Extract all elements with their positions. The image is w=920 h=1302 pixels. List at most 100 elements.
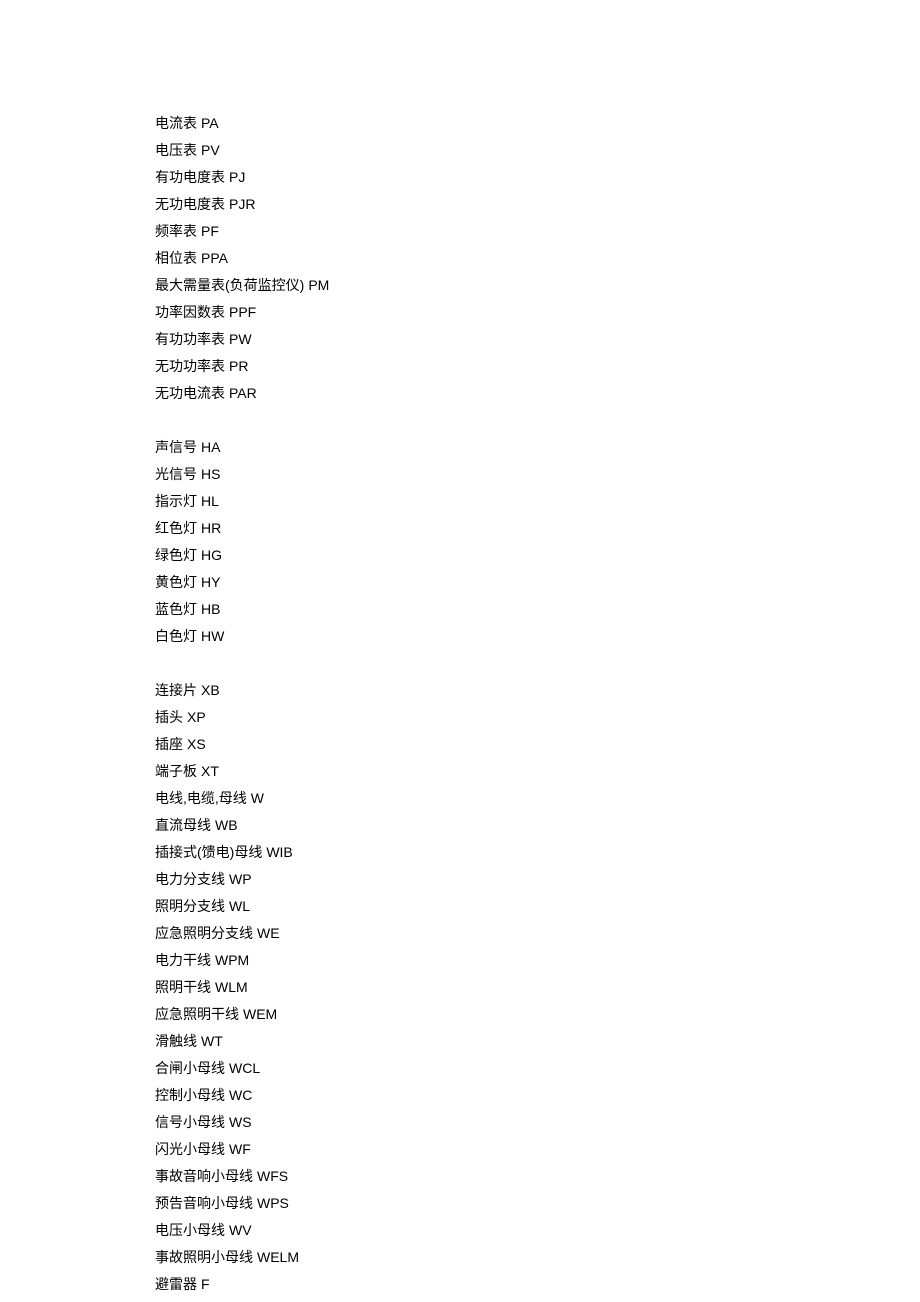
list-item: 应急照明分支线WE [155,920,920,947]
item-name: 蓝色灯 [155,601,197,617]
list-item: 插座XS [155,731,920,758]
list-item: 相位表PPA [155,245,920,272]
item-code: WT [201,1033,223,1049]
list-item: 电力干线WPM [155,947,920,974]
item-code: HG [201,547,222,563]
list-item: 电力分支线WP [155,866,920,893]
list-item: 声信号HA [155,434,920,461]
list-item: 滑触线WT [155,1028,920,1055]
item-name: 电力分支线 [155,871,225,887]
list-item: 电压小母线WV [155,1217,920,1244]
list-item: 红色灯HR [155,515,920,542]
item-code: HB [201,601,220,617]
item-name: 电压表 [155,142,197,158]
item-code: WS [229,1114,252,1130]
item-name: 相位表 [155,250,197,266]
item-code: WF [229,1141,251,1157]
list-item: 指示灯HL [155,488,920,515]
item-code: PAR [229,385,257,401]
item-code: PF [201,223,219,239]
item-name: 控制小母线 [155,1087,225,1103]
item-code: HY [201,574,220,590]
item-code: XT [201,763,219,779]
item-name: 应急照明干线 [155,1006,239,1022]
list-item: 闪光小母线WF [155,1136,920,1163]
item-code: HW [201,628,224,644]
item-name: 最大需量表(负荷监控仪) [155,277,304,293]
item-code: PA [201,115,219,131]
list-item: 功率因数表PPF [155,299,920,326]
item-name: 指示灯 [155,493,197,509]
item-name: 无功功率表 [155,358,225,374]
item-code: F [201,1276,210,1292]
item-code: PJ [229,169,245,185]
item-code: XS [187,736,206,752]
list-item: 端子板XT [155,758,920,785]
list-item: 照明干线WLM [155,974,920,1001]
item-name: 应急照明分支线 [155,925,253,941]
list-item: 电流表PA [155,110,920,137]
item-code: WFS [257,1168,288,1184]
item-code: WEM [243,1006,277,1022]
list-item: 光信号HS [155,461,920,488]
list-item: 应急照明干线WEM [155,1001,920,1028]
item-name: 事故音响小母线 [155,1168,253,1184]
item-code: PPA [201,250,228,266]
item-name: 预告音响小母线 [155,1195,253,1211]
item-name: 插接式(馈电)母线 [155,844,262,860]
list-item: 蓝色灯HB [155,596,920,623]
list-item: 有功功率表PW [155,326,920,353]
list-item: 无功电流表PAR [155,380,920,407]
list-item: 无功功率表PR [155,353,920,380]
list-item: 连接片XB [155,677,920,704]
item-name: 电流表 [155,115,197,131]
item-name: 事故照明小母线 [155,1249,253,1265]
list-item: 绿色灯HG [155,542,920,569]
item-name: 电压小母线 [155,1222,225,1238]
item-code: WPM [215,952,249,968]
item-code: HR [201,520,221,536]
item-name: 插头 [155,709,183,725]
item-name: 照明分支线 [155,898,225,914]
item-name: 合闸小母线 [155,1060,225,1076]
item-code: WPS [257,1195,289,1211]
item-name: 频率表 [155,223,197,239]
list-item: 电线,电缆,母线W [155,785,920,812]
list-item: 信号小母线WS [155,1109,920,1136]
item-name: 端子板 [155,763,197,779]
list-item: 控制小母线WC [155,1082,920,1109]
item-name: 无功电度表 [155,196,225,212]
item-name: 黄色灯 [155,574,197,590]
list-item: 预告音响小母线WPS [155,1190,920,1217]
list-item: 避雷器F [155,1271,920,1298]
item-code: WB [215,817,238,833]
list-item: 有功电度表PJ [155,164,920,191]
item-name: 插座 [155,736,183,752]
item-name: 滑触线 [155,1033,197,1049]
item-code: PPF [229,304,256,320]
item-name: 有功电度表 [155,169,225,185]
document-content: 电流表PA电压表PV有功电度表PJ无功电度表PJR频率表PF相位表PPA最大需量… [0,0,920,1298]
item-name: 闪光小母线 [155,1141,225,1157]
list-item: 最大需量表(负荷监控仪)PM [155,272,920,299]
list-item: 直流母线WB [155,812,920,839]
list-item: 事故音响小母线WFS [155,1163,920,1190]
item-code: WC [229,1087,252,1103]
item-name: 白色灯 [155,628,197,644]
item-code: PJR [229,196,255,212]
item-code: HS [201,466,220,482]
list-item: 事故照明小母线WELM [155,1244,920,1271]
item-code: HL [201,493,219,509]
item-name: 功率因数表 [155,304,225,320]
item-name: 直流母线 [155,817,211,833]
item-code: WV [229,1222,252,1238]
list-item: 插接式(馈电)母线WIB [155,839,920,866]
item-name: 连接片 [155,682,197,698]
item-code: W [251,790,264,806]
list-item: 频率表PF [155,218,920,245]
item-name: 电力干线 [155,952,211,968]
item-code: PR [229,358,248,374]
group-spacer [155,407,920,434]
item-code: WP [229,871,252,887]
item-code: WLM [215,979,248,995]
